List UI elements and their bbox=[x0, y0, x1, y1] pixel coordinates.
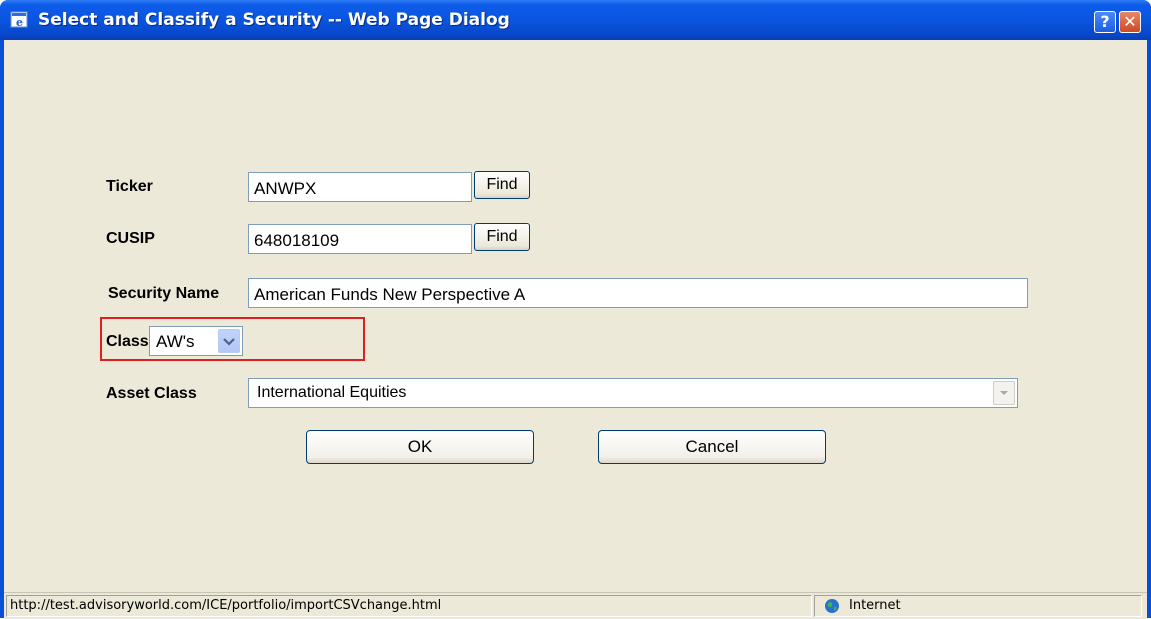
cusip-label: CUSIP bbox=[106, 230, 155, 247]
status-zone: Internet bbox=[814, 595, 1142, 617]
find-ticker-button[interactable]: Find bbox=[474, 171, 530, 199]
globe-icon bbox=[825, 599, 839, 613]
security-name-label: Security Name bbox=[108, 285, 220, 302]
dialog-body: Ticker Find CUSIP Find Security Name Cla… bbox=[4, 40, 1147, 592]
title-bar[interactable]: e Select and Classify a Security -- Web … bbox=[0, 0, 1151, 40]
ie-page-icon: e bbox=[10, 11, 28, 29]
window-title: Select and Classify a Security -- Web Pa… bbox=[38, 10, 510, 30]
cusip-input[interactable] bbox=[248, 224, 472, 254]
chevron-down-icon bbox=[223, 338, 235, 346]
cancel-button[interactable]: Cancel bbox=[598, 430, 826, 464]
status-bar: http://test.advisoryworld.com/ICE/portfo… bbox=[4, 592, 1147, 619]
classification-value: AW's bbox=[156, 332, 195, 351]
help-button[interactable]: ? bbox=[1094, 11, 1116, 33]
dialog-window: e Select and Classify a Security -- Web … bbox=[0, 0, 1151, 619]
classification-dropdown-button[interactable] bbox=[218, 329, 240, 353]
asset-class-dropdown-button[interactable] bbox=[993, 381, 1015, 405]
status-url: http://test.advisoryworld.com/ICE/portfo… bbox=[6, 595, 812, 617]
ticker-label: Ticker bbox=[106, 178, 153, 195]
asset-class-label: Asset Class bbox=[106, 385, 197, 402]
security-name-input[interactable] bbox=[248, 278, 1028, 308]
classification-select[interactable]: AW's bbox=[149, 326, 243, 356]
status-zone-label: Internet bbox=[849, 598, 901, 613]
find-cusip-button[interactable]: Find bbox=[474, 223, 530, 251]
triangle-down-icon bbox=[1000, 391, 1008, 395]
ok-button[interactable]: OK bbox=[306, 430, 534, 464]
svg-text:e: e bbox=[16, 16, 23, 29]
asset-class-select[interactable]: International Equities bbox=[248, 378, 1018, 408]
ticker-input[interactable] bbox=[248, 172, 472, 202]
close-button[interactable]: ✕ bbox=[1119, 11, 1141, 33]
asset-class-value: International Equities bbox=[257, 384, 407, 401]
